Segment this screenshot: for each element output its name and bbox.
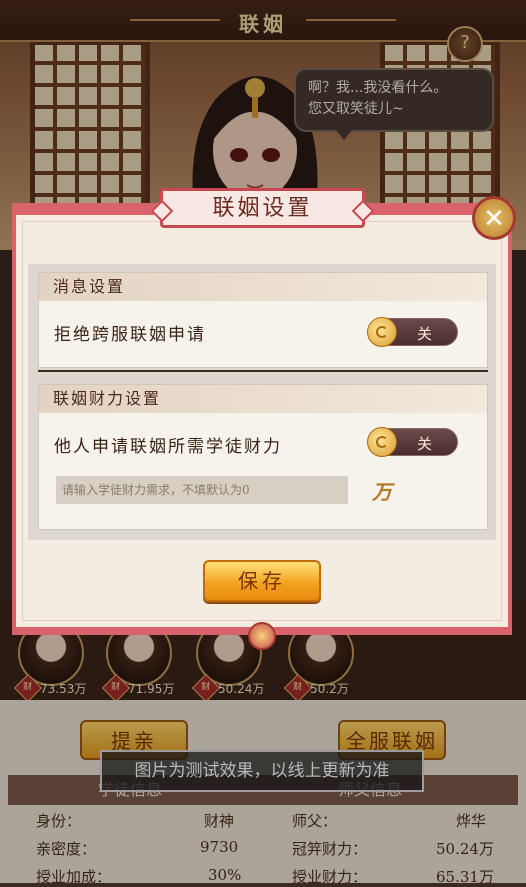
knot-ornament-icon	[248, 622, 276, 650]
section-divider	[38, 370, 488, 372]
reject-cross-server-toggle[interactable]: 关	[367, 317, 458, 347]
dialog-title: 联姻设置	[160, 188, 365, 228]
toggle-knob	[367, 427, 397, 457]
wealth-unit-label: 万	[372, 480, 392, 504]
toggle-state-text: 关	[417, 435, 433, 453]
required-wealth-toggle[interactable]: 关	[367, 427, 458, 457]
wealth-settings-card: 联姻财力设置	[38, 384, 488, 530]
reject-cross-server-label: 拒绝跨服联姻申请	[54, 325, 206, 345]
toggle-state-text: 关	[417, 325, 433, 343]
required-wealth-label: 他人申请联姻所需学徒财力	[54, 437, 282, 457]
message-settings-heading: 消息设置	[39, 273, 487, 301]
close-icon[interactable]: ✕	[472, 196, 516, 240]
toggle-knob	[367, 317, 397, 347]
save-button[interactable]: 保存	[203, 560, 321, 602]
wealth-requirement-input[interactable]	[56, 476, 348, 504]
wealth-settings-heading: 联姻财力设置	[39, 385, 487, 413]
